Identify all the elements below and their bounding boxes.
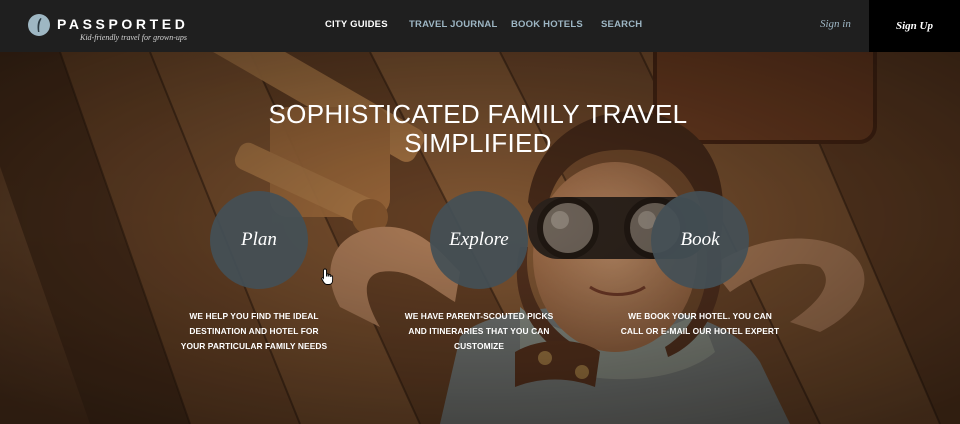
top-navigation-bar: PASSPORTED Kid-friendly travel for grown… [0, 0, 960, 52]
explore-description-line: CUSTOMIZE [453, 341, 505, 351]
sign-in-link[interactable]: Sign in [820, 18, 851, 30]
explore-description-line: AND ITINERARIES THAT YOU CAN [408, 326, 550, 336]
explore-description: WE HAVE PARENT-SCOUTED PICKS AND ITINERA… [384, 309, 574, 354]
explore-description-line: WE HAVE PARENT-SCOUTED PICKS [404, 311, 554, 321]
nav-city-guides[interactable]: CITY GUIDES [325, 19, 388, 30]
brand-name: PASSPORTED [57, 16, 189, 32]
brand-logo[interactable]: PASSPORTED Kid-friendly travel for grown… [28, 13, 198, 43]
book-description: WE BOOK YOUR HOTEL. YOU CAN CALL OR E-MA… [605, 309, 795, 339]
book-circle-button[interactable]: Book [651, 191, 749, 289]
hero-section: SOPHISTICATED FAMILY TRAVEL SIMPLIFIED P… [0, 52, 960, 424]
plan-description-line: DESTINATION AND HOTEL FOR [189, 326, 319, 336]
nav-travel-journal[interactable]: TRAVEL JOURNAL [409, 19, 497, 30]
plan-circle-button[interactable]: Plan [210, 191, 308, 289]
plan-description-line: WE HELP YOU FIND THE IDEAL [189, 311, 319, 321]
hero-headline: SOPHISTICATED FAMILY TRAVEL SIMPLIFIED [0, 100, 956, 158]
book-description-line: WE BOOK YOUR HOTEL. YOU CAN [628, 311, 772, 321]
nav-book-hotels[interactable]: BOOK HOTELS [511, 19, 583, 30]
book-description-line: CALL OR E-MAIL OUR HOTEL EXPERT [620, 326, 780, 336]
plan-description-line: YOUR PARTICULAR FAMILY NEEDS [180, 341, 328, 351]
hand-pointer-cursor-icon [321, 268, 334, 285]
explore-circle-button[interactable]: Explore [430, 191, 528, 289]
passport-logo-icon [28, 14, 50, 36]
hero-headline-line2: SIMPLIFIED [404, 128, 552, 158]
brand-tagline: Kid-friendly travel for grown-ups [80, 33, 188, 42]
nav-search[interactable]: SEARCH [601, 19, 642, 30]
plan-description: WE HELP YOU FIND THE IDEAL DESTINATION A… [159, 309, 349, 354]
hero-headline-line1: SOPHISTICATED FAMILY TRAVEL [268, 99, 688, 129]
sign-up-button[interactable]: Sign Up [869, 0, 960, 52]
